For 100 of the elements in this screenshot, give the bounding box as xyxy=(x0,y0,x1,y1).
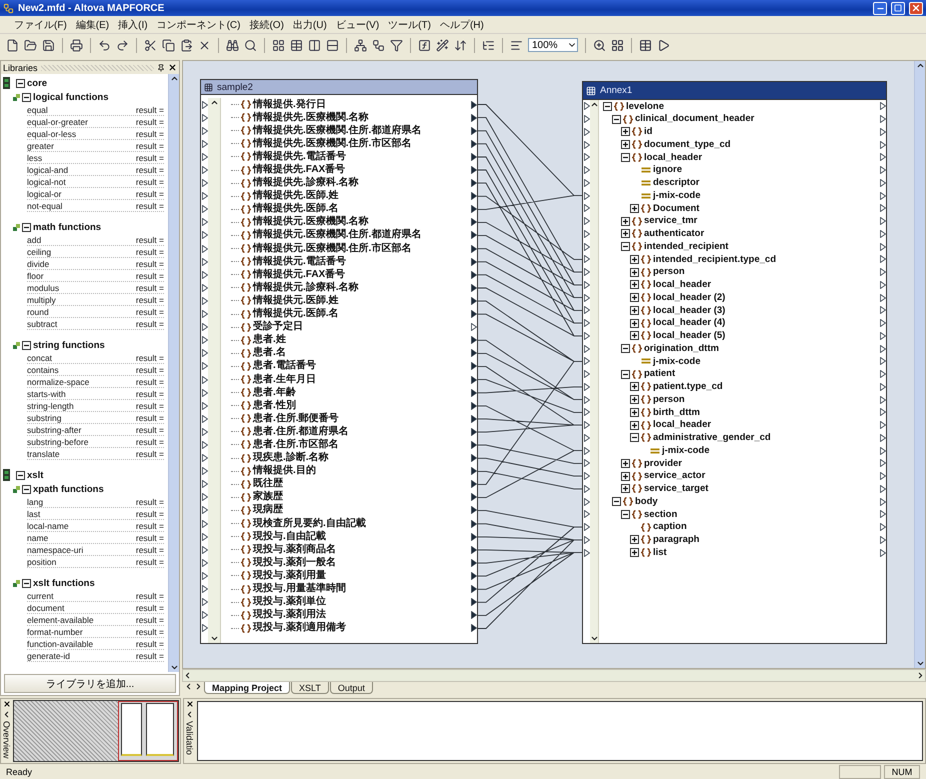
function-row[interactable]: local-name result = xyxy=(27,520,164,532)
menu-item[interactable]: 編集(E) xyxy=(76,18,110,32)
function-row[interactable]: floor result = xyxy=(27,270,164,282)
function-name: namespace-uri xyxy=(27,544,84,554)
function-output: result = xyxy=(136,258,164,268)
add-library-button[interactable]: ライブラリを追加... xyxy=(4,674,176,693)
function-row[interactable]: divide result = xyxy=(27,258,164,270)
function-row[interactable]: logical-and result = xyxy=(27,164,164,176)
menu-item[interactable]: ヘルプ(H) xyxy=(440,18,484,32)
node-label: patient xyxy=(644,369,676,379)
function-output: result = xyxy=(136,294,164,304)
node-label: document_type_cd xyxy=(644,140,731,150)
function-name: substring-after xyxy=(27,424,82,434)
function-row[interactable]: logical-not result = xyxy=(27,176,164,188)
function-output: result = xyxy=(136,556,164,566)
function-row[interactable]: contains result = xyxy=(27,364,164,376)
function-row[interactable]: not-equal result = xyxy=(27,200,164,212)
function-row[interactable]: substring-after result = xyxy=(27,424,164,436)
group-name[interactable]: logical functions xyxy=(33,92,108,102)
function-row[interactable]: equal-or-greater result = xyxy=(27,116,164,128)
menu-item[interactable]: ファイル(F) xyxy=(14,18,67,32)
group-name[interactable]: string functions xyxy=(33,340,105,350)
function-name: contains xyxy=(27,364,59,374)
function-row[interactable]: substring result = xyxy=(27,412,164,424)
function-row[interactable]: name result = xyxy=(27,532,164,544)
function-row[interactable]: function-available result = xyxy=(27,638,164,650)
function-row[interactable]: format-number result = xyxy=(27,626,164,638)
function-name: logical-not xyxy=(27,176,66,186)
function-row[interactable]: equal result = xyxy=(27,104,164,116)
function-output: result = xyxy=(136,448,164,458)
function-name: substring-before xyxy=(27,436,88,446)
node-label: intended_recipient xyxy=(644,242,728,252)
menu-item[interactable]: 挿入(I) xyxy=(118,18,148,32)
function-name: greater xyxy=(27,140,54,150)
function-name: logical-and xyxy=(27,164,68,174)
function-row[interactable]: lang result = xyxy=(27,496,164,508)
library-name[interactable]: xslt xyxy=(27,470,44,480)
node-label: 患者.名 xyxy=(253,348,286,358)
zoom-dropdown[interactable]: 100% xyxy=(528,38,578,52)
node-label: birth_dttm xyxy=(653,408,700,418)
group-name[interactable]: xslt functions xyxy=(33,578,95,588)
node-label: 患者.性別 xyxy=(253,400,296,411)
function-row[interactable]: generate-id result = xyxy=(27,650,164,662)
function-row[interactable]: current result = xyxy=(27,590,164,602)
function-name: position xyxy=(27,556,56,566)
node-label: 現投与.薬剤用法 xyxy=(253,610,326,620)
function-name: multiply xyxy=(27,294,56,304)
node-label: 情報提供先.医療機関.名称 xyxy=(253,112,369,123)
component-header[interactable]: sample2 xyxy=(201,80,477,95)
function-row[interactable]: greater result = xyxy=(27,140,164,152)
node-label: 現投与.薬剤商品名 xyxy=(253,544,336,555)
function-row[interactable]: less result = xyxy=(27,152,164,164)
function-row[interactable]: starts-with result = xyxy=(27,388,164,400)
function-row[interactable]: multiply result = xyxy=(27,294,164,306)
component-header[interactable]: Annex1 xyxy=(583,82,886,100)
tab[interactable]: XSLT xyxy=(291,682,329,694)
node-label: body xyxy=(635,496,658,506)
node-label: local_header (3) xyxy=(653,306,726,316)
function-name: less xyxy=(27,152,42,162)
menu-item[interactable]: 接続(O) xyxy=(249,18,284,32)
node-label: 情報提供先.医療機関.住所.都道府県名 xyxy=(253,126,422,136)
function-output: result = xyxy=(136,650,164,660)
function-row[interactable]: normalize-space result = xyxy=(27,376,164,388)
node-label: 現投与.用量基準時間 xyxy=(253,584,346,594)
node-label: service_tmr xyxy=(644,216,698,226)
menu-item[interactable]: ツール(T) xyxy=(388,18,431,32)
function-row[interactable]: subtract result = xyxy=(27,318,164,330)
function-name: add xyxy=(27,234,42,244)
function-row[interactable]: string-length result = xyxy=(27,400,164,412)
function-row[interactable]: position result = xyxy=(27,556,164,568)
function-row[interactable]: last result = xyxy=(27,508,164,520)
function-output: result = xyxy=(136,176,164,186)
node-label: clinical_document_header xyxy=(635,114,754,124)
function-row[interactable]: substring-before result = xyxy=(27,436,164,448)
node-label: service_target xyxy=(644,484,708,494)
library-name[interactable]: core xyxy=(27,78,48,88)
node-label: descriptor xyxy=(653,178,700,188)
node-label: 現投与.薬剤用量 xyxy=(253,570,326,581)
function-row[interactable]: modulus result = xyxy=(27,282,164,294)
menu-item[interactable]: コンポーネント(C) xyxy=(156,18,240,32)
tab[interactable]: Mapping Project xyxy=(204,682,290,694)
function-row[interactable]: concat result = xyxy=(27,352,164,364)
function-output: result = xyxy=(136,544,164,554)
function-name: starts-with xyxy=(27,388,66,398)
function-row[interactable]: element-available result = xyxy=(27,614,164,626)
group-name[interactable]: xpath functions xyxy=(33,484,104,494)
function-name: divide xyxy=(27,258,50,268)
menu-item[interactable]: ビュー(V) xyxy=(336,18,380,32)
function-row[interactable]: round result = xyxy=(27,306,164,318)
function-row[interactable]: equal-or-less result = xyxy=(27,128,164,140)
function-row[interactable]: add result = xyxy=(27,234,164,246)
tab[interactable]: Output xyxy=(330,682,373,694)
group-name[interactable]: math functions xyxy=(33,222,102,232)
menu-item[interactable]: 出力(U) xyxy=(292,18,327,32)
function-output: result = xyxy=(136,164,164,174)
function-row[interactable]: logical-or result = xyxy=(27,188,164,200)
function-row[interactable]: translate result = xyxy=(27,448,164,460)
function-row[interactable]: document result = xyxy=(27,602,164,614)
function-row[interactable]: namespace-uri result = xyxy=(27,544,164,556)
function-row[interactable]: ceiling result = xyxy=(27,246,164,258)
